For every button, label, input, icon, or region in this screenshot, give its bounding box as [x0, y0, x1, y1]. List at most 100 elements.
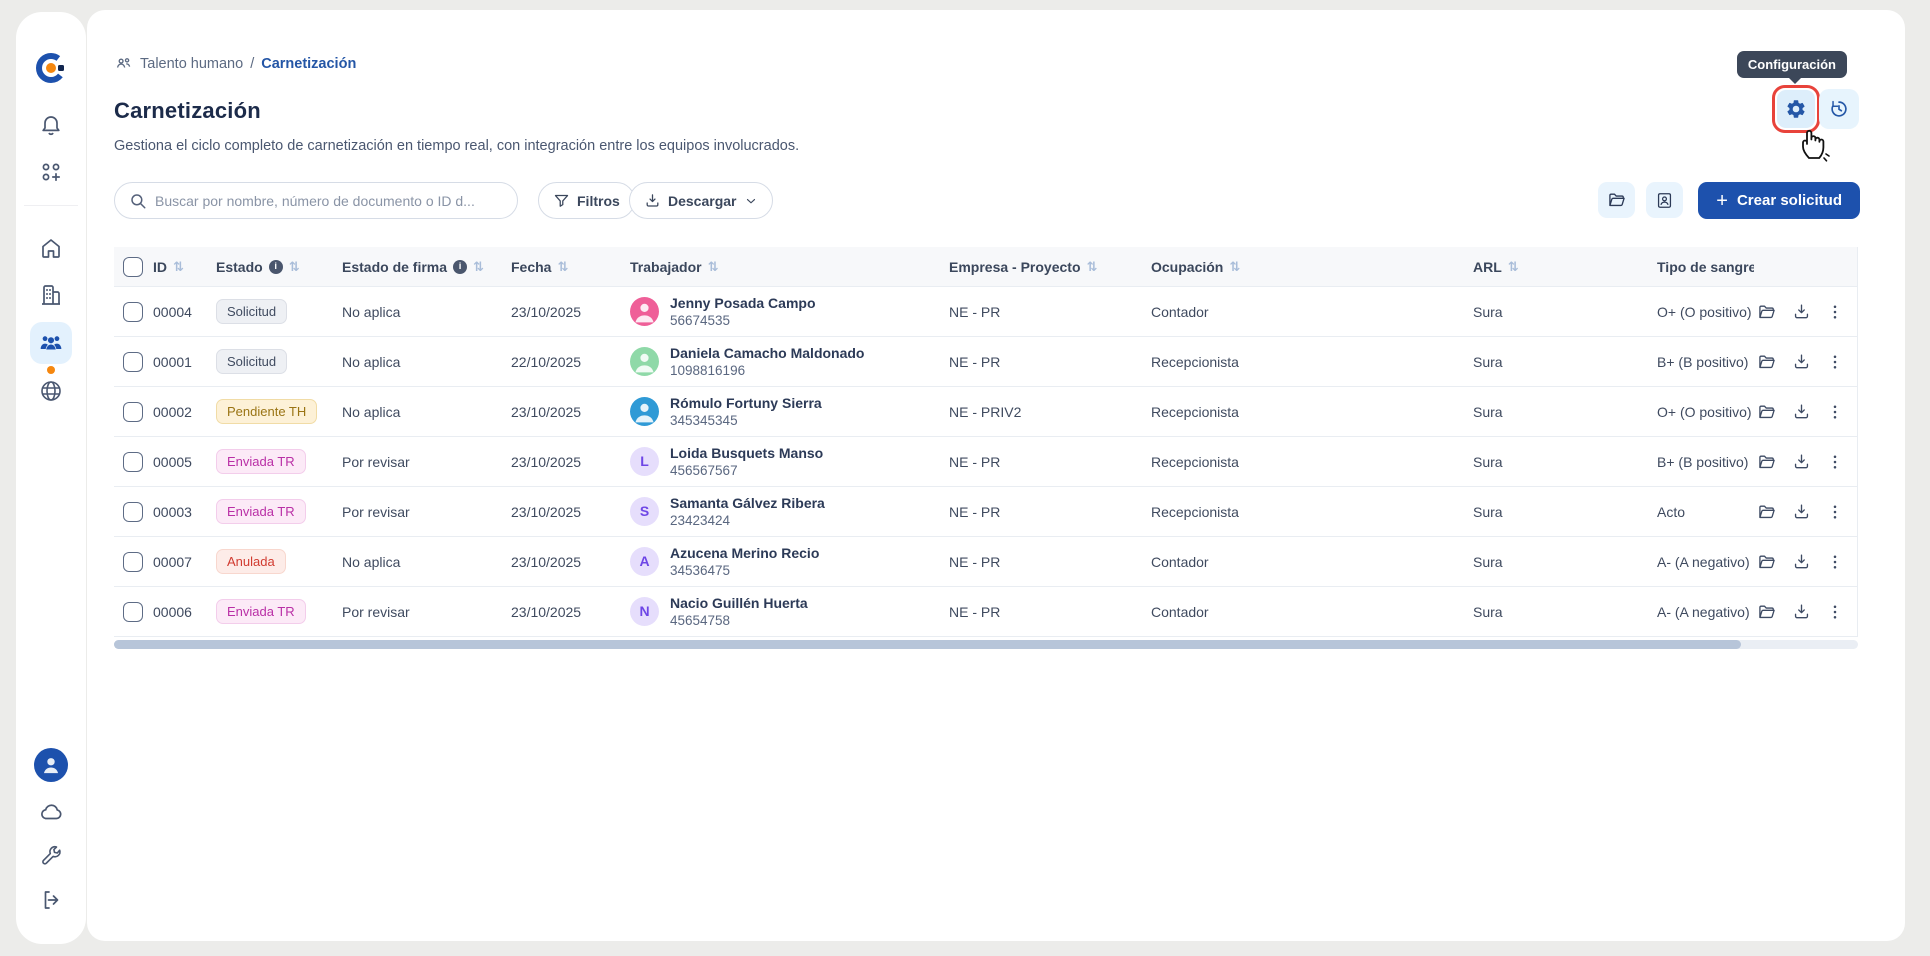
cell-id: 00007 [153, 554, 216, 570]
row-menu-button[interactable] [1826, 503, 1844, 521]
row-download-button[interactable] [1792, 302, 1811, 321]
row-download-button[interactable] [1792, 352, 1811, 371]
cell-estado: Solicitud [216, 349, 342, 374]
worker-initial-avatar: L [630, 447, 659, 476]
row-checkbox[interactable] [123, 352, 143, 372]
row-menu-button[interactable] [1826, 303, 1844, 321]
row-folder-button[interactable] [1757, 602, 1777, 622]
row-folder-button[interactable] [1757, 502, 1777, 522]
search-input[interactable] [155, 193, 503, 209]
filters-button[interactable]: Filtros [538, 182, 635, 219]
sidebar-item-tools[interactable] [39, 844, 63, 868]
row-menu-button[interactable] [1826, 353, 1844, 371]
row-menu-button[interactable] [1826, 403, 1844, 421]
row-checkbox[interactable] [123, 452, 143, 472]
row-folder-button[interactable] [1757, 452, 1777, 472]
cell-id: 00003 [153, 504, 216, 520]
row-select-cell [114, 352, 153, 372]
row-checkbox[interactable] [123, 302, 143, 322]
row-download-button[interactable] [1792, 502, 1811, 521]
apps-button[interactable] [39, 160, 63, 184]
cell-ocupacion: Recepcionista [1151, 354, 1473, 370]
cell-fecha: 22/10/2025 [511, 354, 630, 370]
row-checkbox[interactable] [123, 402, 143, 422]
table-row: 00006Enviada TRPor revisar23/10/2025NNac… [114, 587, 1857, 637]
row-folder-button[interactable] [1757, 352, 1777, 372]
row-download-button[interactable] [1792, 602, 1811, 621]
info-icon[interactable]: i [453, 260, 467, 274]
sort-icon[interactable]: ⇅ [473, 259, 484, 275]
row-download-button[interactable] [1792, 402, 1811, 421]
cell-actions [1754, 502, 1858, 522]
select-all-checkbox[interactable] [123, 257, 143, 277]
worker-name: Jenny Posada Campo [670, 294, 816, 312]
sort-icon[interactable]: ⇅ [173, 259, 184, 275]
sidebar-item-cloud[interactable] [38, 799, 64, 825]
cell-estado-firma: No aplica [342, 404, 511, 420]
row-folder-button[interactable] [1757, 552, 1777, 572]
column-label: Trabajador [630, 259, 702, 275]
row-menu-button[interactable] [1826, 553, 1844, 571]
history-button[interactable] [1819, 89, 1859, 129]
cell-id: 00006 [153, 604, 216, 620]
cell-tipo-sangre: Acto [1657, 504, 1754, 520]
row-select-cell [114, 552, 153, 572]
cell-arl: Sura [1473, 304, 1657, 320]
cell-estado-firma: No aplica [342, 354, 511, 370]
sort-icon[interactable]: ⇅ [289, 259, 300, 275]
row-download-button[interactable] [1792, 452, 1811, 471]
cell-actions [1754, 602, 1858, 622]
people-icon [38, 330, 64, 356]
column-label: Empresa - Proyecto [949, 259, 1081, 275]
row-checkbox[interactable] [123, 502, 143, 522]
cell-ocupacion: Contador [1151, 554, 1473, 570]
row-folder-button[interactable] [1757, 302, 1777, 322]
gear-icon [1785, 98, 1807, 120]
sidebar-item-company[interactable] [39, 283, 63, 307]
configuracion-button[interactable] [1777, 90, 1815, 128]
cell-fecha: 23/10/2025 [511, 304, 630, 320]
cell-trabajador: SSamanta Gálvez Ribera23423424 [630, 494, 949, 530]
download-button[interactable]: Descargar [629, 182, 773, 219]
app-logo[interactable] [36, 53, 66, 83]
info-icon[interactable]: i [269, 260, 283, 274]
row-checkbox[interactable] [123, 602, 143, 622]
cloud-icon [38, 799, 64, 825]
row-menu-button[interactable] [1826, 453, 1844, 471]
person-icon [38, 752, 64, 778]
column-header-id: ID⇅ [153, 259, 216, 275]
column-header-trabajador: Trabajador ⇅ [630, 259, 949, 275]
table-row: 00001SolicitudNo aplica22/10/2025Daniela… [114, 337, 1857, 387]
cell-empresa-proyecto: NE - PRIV2 [949, 404, 1151, 420]
worker-initial-avatar: A [630, 547, 659, 576]
row-checkbox[interactable] [123, 552, 143, 572]
sort-icon[interactable]: ⇅ [557, 259, 568, 275]
row-folder-button[interactable] [1757, 402, 1777, 422]
column-label: ARL [1473, 259, 1502, 275]
breadcrumb-current[interactable]: Carnetización [261, 56, 356, 72]
worker-name: Rómulo Fortuny Sierra [670, 394, 822, 412]
cell-trabajador: NNacio Guillén Huerta45654758 [630, 594, 949, 630]
bell-icon [39, 112, 63, 136]
logout-button[interactable] [39, 888, 63, 912]
documents-folder-button[interactable] [1598, 182, 1635, 218]
notifications-button[interactable] [39, 112, 63, 136]
active-notification-dot [47, 366, 55, 374]
create-request-button[interactable]: + Crear solicitud [1698, 182, 1860, 219]
sort-icon[interactable]: ⇅ [1508, 259, 1519, 275]
cell-tipo-sangre: A- (A negativo) [1657, 604, 1754, 620]
card-gallery-button[interactable] [1646, 182, 1683, 218]
search-box [114, 182, 518, 219]
sort-icon[interactable]: ⇅ [1229, 259, 1240, 275]
breadcrumb-section[interactable]: Talento humano [140, 56, 243, 72]
horizontal-scrollbar-thumb[interactable] [114, 640, 1741, 649]
sort-icon[interactable]: ⇅ [708, 259, 719, 275]
sidebar-item-globe[interactable] [39, 379, 63, 403]
sidebar-item-talento-humano-active[interactable] [30, 322, 72, 364]
sort-icon[interactable]: ⇅ [1087, 259, 1098, 275]
row-download-button[interactable] [1792, 552, 1811, 571]
row-menu-button[interactable] [1826, 603, 1844, 621]
horizontal-scrollbar-track[interactable] [114, 640, 1858, 649]
user-avatar-button[interactable] [34, 748, 68, 782]
sidebar-item-home[interactable] [39, 236, 63, 260]
